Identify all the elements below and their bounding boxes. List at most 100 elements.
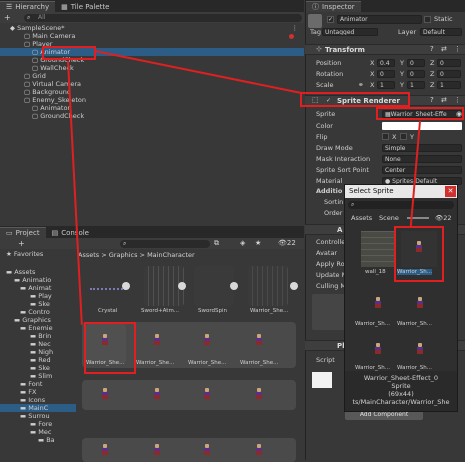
- favorites-row[interactable]: ★ Favorites: [0, 250, 76, 258]
- folder-row[interactable]: ▬ Enemie: [0, 324, 76, 332]
- tag-dropdown[interactable]: Untagged: [322, 28, 378, 36]
- tab-hierarchy[interactable]: ☰ Hierarchy: [0, 1, 56, 12]
- rotation-y[interactable]: 0: [407, 70, 425, 78]
- warrior-sprite: [254, 388, 264, 400]
- folder-row[interactable]: ▬ Icons: [0, 396, 76, 404]
- sprite-sort-point-dropdown[interactable]: Center: [382, 166, 462, 174]
- mask-interaction-dropdown[interactable]: None: [382, 155, 462, 163]
- flip-y-checkbox[interactable]: [400, 133, 407, 140]
- search-input[interactable]: ⌕ All: [24, 14, 302, 22]
- tree-row-scene[interactable]: ◆ SampleScene* ⋮: [0, 24, 304, 32]
- tree-row-grid[interactable]: ▢ Grid: [0, 72, 304, 80]
- folder-row[interactable]: ▬ Brin: [0, 332, 76, 340]
- update-mode-label: Update M: [316, 271, 348, 279]
- folder-row[interactable]: ▬ Animatio: [0, 276, 76, 284]
- tab-assets[interactable]: Assets: [351, 214, 372, 222]
- folder-row[interactable]: ▬ Ske: [0, 300, 76, 308]
- play-icon[interactable]: [290, 282, 298, 290]
- active-checkbox[interactable]: ✓: [327, 16, 334, 23]
- draw-mode-dropdown[interactable]: Simple: [382, 144, 462, 152]
- additional-settings-label: Additio: [316, 187, 343, 195]
- project-search-input[interactable]: ⌕: [120, 240, 210, 248]
- position-y[interactable]: 0: [407, 59, 425, 67]
- tree-row-wallcheck[interactable]: ▢ WallCheck: [0, 64, 304, 72]
- breadcrumb-item[interactable]: Graphics: [109, 251, 138, 259]
- folder-row[interactable]: ▬ Font: [0, 380, 76, 388]
- folder-row[interactable]: ▬ Fore: [0, 420, 76, 428]
- folder-row[interactable]: ▬ Ske: [0, 364, 76, 372]
- static-checkbox[interactable]: [424, 16, 431, 23]
- tree-row-enemy-animator[interactable]: ▢ Animator: [0, 104, 304, 112]
- axis-y: Y: [400, 81, 404, 89]
- position-z[interactable]: 0: [437, 59, 461, 67]
- folder-row[interactable]: ▬ Play: [0, 292, 76, 300]
- folder-row[interactable]: ▬ FX: [0, 388, 76, 396]
- folder-row[interactable]: ▬ Surrou: [0, 412, 76, 420]
- asset-caption: Warrior_She...: [250, 308, 289, 314]
- help-icon[interactable]: ?: [430, 96, 434, 104]
- filter-icon[interactable]: ⧉: [214, 239, 219, 248]
- tree-row-enemy-skeleton[interactable]: ▢ Enemy_Skeleton: [0, 96, 304, 104]
- menu-icon[interactable]: ⋮: [454, 96, 461, 104]
- animator-header-label: A: [337, 226, 343, 234]
- breadcrumb-item[interactable]: Assets: [78, 251, 99, 259]
- tree-row-background[interactable]: ▢ Background: [0, 88, 304, 96]
- scene-menu-icon[interactable]: ⋮: [292, 24, 299, 32]
- folder-row[interactable]: ▬ Animat: [0, 284, 76, 292]
- folder-row[interactable]: ▬ Slim: [0, 372, 76, 380]
- help-icon[interactable]: ?: [430, 45, 434, 53]
- folder-row[interactable]: ▬ Red: [0, 356, 76, 364]
- asset-swordspin[interactable]: [194, 266, 234, 306]
- breadcrumb-item[interactable]: MainCharacter: [147, 251, 195, 259]
- object-name-field[interactable]: Animator: [337, 15, 422, 24]
- play-icon[interactable]: [122, 282, 130, 290]
- add-button[interactable]: +: [4, 13, 11, 22]
- rotation-x[interactable]: 0: [377, 70, 395, 78]
- static-label: Static: [434, 15, 453, 23]
- asset-caption: Warrior_She...: [188, 360, 227, 366]
- folder-row[interactable]: ▬ Mec: [0, 428, 76, 436]
- tab-project[interactable]: ▭ Project: [0, 227, 46, 238]
- folder-row[interactable]: ▬ Ba: [0, 436, 76, 444]
- folder-row-selected[interactable]: ▬ MainC: [0, 404, 76, 412]
- color-swatch[interactable]: [382, 122, 462, 130]
- label-icon[interactable]: ◈: [240, 239, 245, 247]
- scale-z[interactable]: 1: [437, 81, 461, 89]
- menu-icon[interactable]: ⋮: [454, 45, 461, 53]
- tab-scene[interactable]: Scene: [379, 214, 399, 222]
- preset-icon[interactable]: ⇄: [441, 96, 447, 104]
- project-panel: ▭Project ▤Console + ⌕ ⧉ ◈ ★ 👁22 ★ Favori…: [0, 226, 304, 462]
- rotation-z[interactable]: 0: [437, 70, 461, 78]
- layer-dropdown[interactable]: Default: [420, 28, 462, 36]
- folder-row[interactable]: ▬ Assets: [0, 268, 76, 276]
- asset-warrior-sheet[interactable]: [248, 266, 288, 306]
- position-x[interactable]: 0.4: [377, 59, 395, 67]
- tab-console[interactable]: ▤Console: [45, 227, 95, 238]
- highlight-project-sprite: [84, 322, 136, 374]
- gameobject-icon: ▢: [32, 104, 41, 112]
- preset-icon[interactable]: ⇄: [441, 45, 447, 53]
- folder-row[interactable]: ▬ Contro: [0, 308, 76, 316]
- folder-icon: ▬: [30, 292, 39, 300]
- sprite-thumb-wall[interactable]: [361, 231, 395, 267]
- tag-label: Tag: [310, 28, 322, 36]
- play-icon[interactable]: [230, 282, 238, 290]
- tab-inspector[interactable]: ⓘ Inspector: [306, 1, 361, 12]
- play-icon[interactable]: [178, 282, 186, 290]
- folder-row[interactable]: ▬ Nec: [0, 340, 76, 348]
- tab-tile-palette[interactable]: ▦ Tile Palette: [55, 1, 116, 12]
- project-add-button[interactable]: +: [18, 239, 25, 248]
- scale-y[interactable]: 1: [407, 81, 425, 89]
- tree-row-main-camera[interactable]: ▢ Main Camera: [0, 32, 304, 40]
- folder-row[interactable]: ▬ Graphics: [0, 316, 76, 324]
- link-icon[interactable]: ⚭: [358, 81, 364, 89]
- scale-x[interactable]: 1: [377, 81, 395, 89]
- search-placeholder: All: [38, 14, 46, 21]
- select-sprite-search[interactable]: ⌕: [348, 201, 454, 209]
- folder-row[interactable]: ▬ Nigh: [0, 348, 76, 356]
- tree-row-enemy-groundcheck[interactable]: ▢ GroundCheck: [0, 112, 304, 120]
- star-icon[interactable]: ★: [255, 239, 261, 247]
- flip-x-checkbox[interactable]: [382, 133, 389, 140]
- close-button[interactable]: ✕: [445, 186, 456, 197]
- hierarchy-panel: ☰ Hierarchy ▦ Tile Palette + ⌕ All ◆ Sampl…: [0, 0, 304, 222]
